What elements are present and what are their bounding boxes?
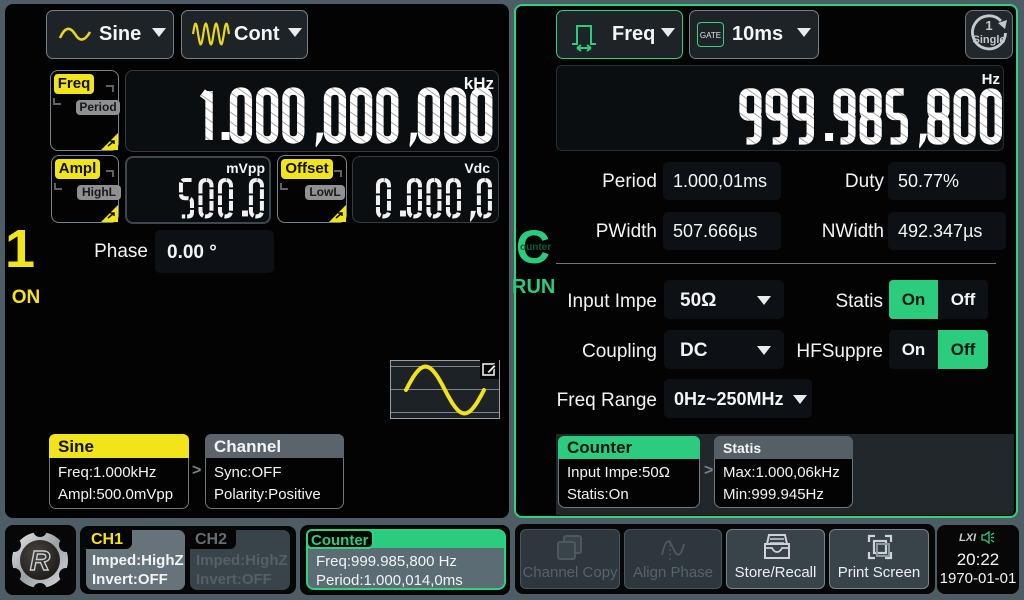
svg-text:Single: Single xyxy=(972,34,1005,46)
svg-text:1: 1 xyxy=(985,18,992,33)
svg-text:R: R xyxy=(30,545,51,576)
